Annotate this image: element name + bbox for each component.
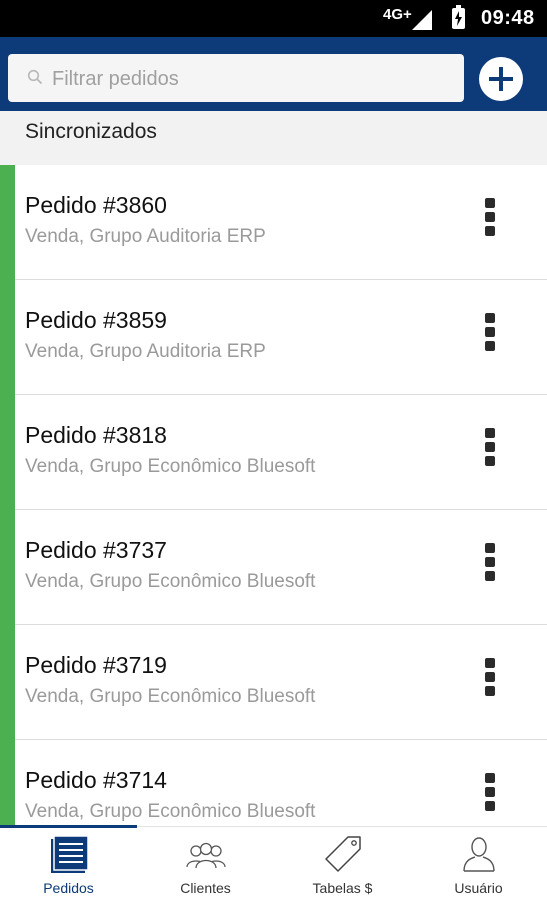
- clock: 09:48: [481, 7, 535, 29]
- status-bar: 4G+ 09:48: [0, 0, 547, 37]
- order-subtitle: Venda, Grupo Econômico Bluesoft: [25, 686, 316, 707]
- list-item[interactable]: Pedido #3860 Venda, Grupo Auditoria ERP: [0, 165, 547, 280]
- more-options-icon[interactable]: [478, 428, 502, 472]
- list-item[interactable]: Pedido #3719 Venda, Grupo Econômico Blue…: [0, 625, 547, 740]
- list-item[interactable]: Pedido #3737 Venda, Grupo Econômico Blue…: [0, 510, 547, 625]
- tab-tabelas[interactable]: Tabelas $: [274, 827, 411, 901]
- app-bar: [0, 37, 547, 111]
- more-options-icon[interactable]: [478, 313, 502, 357]
- order-subtitle: Venda, Grupo Auditoria ERP: [25, 226, 266, 247]
- list-item[interactable]: Pedido #3818 Venda, Grupo Econômico Blue…: [0, 395, 547, 510]
- order-title: Pedido #3859: [25, 307, 167, 333]
- tab-label: Pedidos: [43, 880, 94, 896]
- tab-pedidos[interactable]: Pedidos: [0, 827, 137, 901]
- user-icon: [458, 835, 500, 875]
- section-title: Sincronizados: [25, 120, 157, 143]
- sync-status-indicator: [0, 510, 15, 625]
- tab-clientes[interactable]: Clientes: [137, 827, 274, 901]
- search-box[interactable]: [8, 54, 464, 104]
- order-title: Pedido #3818: [25, 422, 167, 448]
- section-header: Sincronizados: [0, 111, 547, 166]
- battery-charging-icon: [452, 5, 465, 29]
- signal-icon: [412, 10, 432, 30]
- sync-status-indicator: [0, 625, 15, 740]
- tab-usuario[interactable]: Usuário: [410, 827, 547, 901]
- order-subtitle: Venda, Grupo Econômico Bluesoft: [25, 801, 316, 822]
- order-title: Pedido #3719: [25, 652, 167, 678]
- tab-label: Usuário: [454, 880, 503, 896]
- sync-status-indicator: [0, 740, 15, 826]
- more-options-icon[interactable]: [478, 773, 502, 817]
- users-icon: [185, 835, 227, 875]
- order-subtitle: Venda, Grupo Auditoria ERP: [25, 341, 266, 362]
- more-options-icon[interactable]: [478, 198, 502, 242]
- order-title: Pedido #3860: [25, 192, 167, 218]
- more-options-icon[interactable]: [478, 658, 502, 702]
- sync-status-indicator: [0, 165, 15, 280]
- document-list-icon: [48, 835, 90, 875]
- price-tag-icon: [322, 835, 364, 875]
- sync-status-indicator: [0, 395, 15, 510]
- order-subtitle: Venda, Grupo Econômico Bluesoft: [25, 456, 316, 477]
- network-indicator: 4G+: [383, 6, 412, 23]
- more-options-icon[interactable]: [478, 543, 502, 587]
- search-input[interactable]: [50, 54, 454, 104]
- list-item[interactable]: Pedido #3859 Venda, Grupo Auditoria ERP: [0, 280, 547, 395]
- tab-label: Clientes: [180, 880, 231, 896]
- search-icon: [27, 69, 43, 90]
- add-order-button[interactable]: [479, 57, 523, 101]
- order-title: Pedido #3714: [25, 767, 167, 793]
- sync-status-indicator: [0, 280, 15, 395]
- list-item[interactable]: Pedido #3714 Venda, Grupo Econômico Blue…: [0, 740, 547, 826]
- order-subtitle: Venda, Grupo Econômico Bluesoft: [25, 571, 316, 592]
- order-list[interactable]: Pedido #3860 Venda, Grupo Auditoria ERP …: [0, 165, 547, 826]
- bottom-navigation: Pedidos Clientes Tabelas $ Usuário: [0, 825, 547, 901]
- tab-label: Tabelas $: [312, 880, 373, 896]
- order-title: Pedido #3737: [25, 537, 167, 563]
